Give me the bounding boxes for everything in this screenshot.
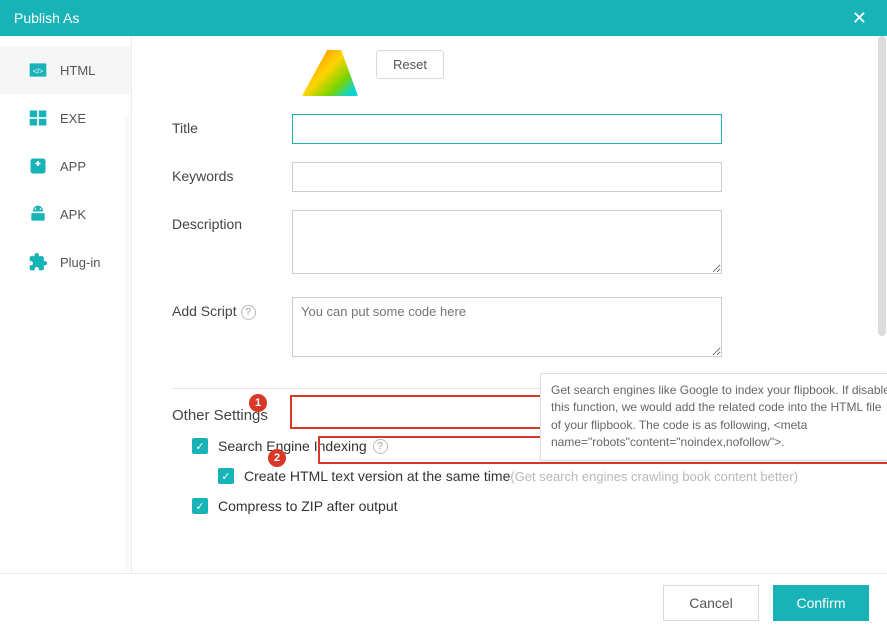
sidebar-item-label: HTML <box>60 63 95 78</box>
annotation-badge-1: 1 <box>249 394 267 412</box>
sidebar-item-label: APP <box>60 159 86 174</box>
sidebar-item-exe[interactable]: EXE <box>0 94 131 142</box>
window-title: Publish As <box>14 10 79 26</box>
sidebar-item-label: EXE <box>60 111 86 126</box>
main-panel: Reset Title Keywords Description Add Scr… <box>132 36 887 573</box>
reset-button[interactable]: Reset <box>376 50 444 79</box>
sidebar-item-plugin[interactable]: Plug-in <box>0 238 131 286</box>
sidebar-item-apk[interactable]: APK <box>0 190 131 238</box>
titlebar: Publish As ✕ <box>0 0 887 36</box>
compress-zip-row[interactable]: ✓ Compress to ZIP after output <box>192 498 865 514</box>
sidebar-item-html[interactable]: </> HTML <box>0 46 131 94</box>
description-label: Description <box>172 210 292 232</box>
close-icon[interactable]: ✕ <box>846 8 873 29</box>
search-indexing-label: Search Engine Indexing <box>218 438 367 454</box>
checkbox-checked-icon[interactable]: ✓ <box>192 438 208 454</box>
sidebar-item-label: APK <box>60 207 86 222</box>
cancel-button[interactable]: Cancel <box>663 585 759 621</box>
plugin-icon <box>28 252 48 272</box>
keywords-label: Keywords <box>172 162 292 184</box>
title-input[interactable] <box>292 114 722 144</box>
addscript-label: Add Script? <box>172 297 292 320</box>
exe-icon <box>28 108 48 128</box>
confirm-button[interactable]: Confirm <box>773 585 869 621</box>
checkbox-checked-icon[interactable]: ✓ <box>218 468 234 484</box>
help-icon[interactable]: ? <box>241 305 256 320</box>
tooltip: Get search engines like Google to index … <box>540 373 887 461</box>
addscript-input[interactable] <box>292 297 722 357</box>
keywords-input[interactable] <box>292 162 722 192</box>
sidebar: </> HTML EXE APP APK Plug-in <box>0 36 132 573</box>
android-icon <box>28 204 48 224</box>
compress-zip-label: Compress to ZIP after output <box>218 498 398 514</box>
create-html-label: Create HTML text version at the same tim… <box>244 468 510 484</box>
app-icon <box>28 156 48 176</box>
checkbox-checked-icon[interactable]: ✓ <box>192 498 208 514</box>
svg-text:</>: </> <box>33 66 44 75</box>
create-html-hint: (Get search engines crawling book conten… <box>510 469 798 484</box>
template-thumbnail[interactable] <box>302 50 358 96</box>
footer: Cancel Confirm <box>0 573 887 631</box>
annotation-badge-2: 2 <box>268 449 286 467</box>
create-html-row[interactable]: ✓ Create HTML text version at the same t… <box>218 468 865 484</box>
sidebar-item-label: Plug-in <box>60 255 100 270</box>
help-icon[interactable]: ? <box>373 439 388 454</box>
scrollbar[interactable] <box>878 36 886 336</box>
html-icon: </> <box>28 60 48 80</box>
sidebar-item-app[interactable]: APP <box>0 142 131 190</box>
title-label: Title <box>172 114 292 136</box>
description-input[interactable] <box>292 210 722 274</box>
